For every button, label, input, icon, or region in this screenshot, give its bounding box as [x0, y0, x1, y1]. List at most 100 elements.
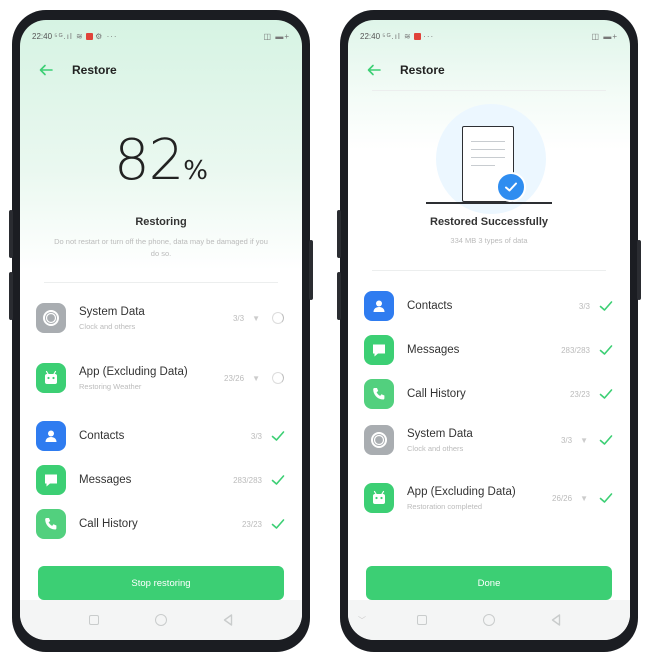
item-count: 3/3 — [560, 435, 573, 445]
checkmark-icon — [598, 386, 614, 402]
chevron-down-icon[interactable]: ▼ — [580, 436, 588, 445]
status-title: Restored Successfully — [430, 216, 548, 228]
item-count: 3/3 — [578, 301, 590, 311]
chevron-down-icon[interactable]: ▼ — [580, 494, 588, 503]
top-bar: Restore — [38, 60, 284, 80]
progress-value: 82 — [114, 128, 184, 193]
item-name: App (Excluding Data) — [407, 485, 516, 498]
hide-nav-icon[interactable]: ﹀ — [358, 615, 366, 626]
checkmark-icon — [598, 298, 614, 314]
divider — [372, 270, 606, 271]
done-button[interactable]: Done — [366, 566, 612, 600]
gear-circle-icon — [364, 425, 394, 455]
item-sub: Restoration completed — [407, 501, 483, 511]
status-bar: 22:40 ⁵ᴳ.ıl ≋ ··· ◫ ▬+ — [360, 30, 618, 42]
nav-back-icon[interactable] — [223, 614, 233, 626]
item-count: 26/26 — [552, 493, 573, 503]
phone-icon — [364, 379, 394, 409]
notification-icon — [413, 32, 421, 40]
recent-apps-icon[interactable] — [417, 615, 427, 625]
list-item-app: App (Excluding Data) Restoring Weather 2… — [20, 352, 302, 404]
list-item-system-data: System Data Clock and others 3/3 ▼ — [20, 298, 302, 338]
list-item-call-history: Call History 23/23 — [20, 504, 302, 544]
status-time: 22:40 — [32, 31, 53, 41]
status-time: 22:40 — [360, 31, 381, 41]
chat-bubble-icon — [364, 335, 394, 365]
notification-icon — [85, 32, 93, 40]
checkmark-icon — [598, 342, 614, 358]
stop-restoring-button[interactable]: Stop restoring — [38, 566, 284, 600]
item-name: Call History — [407, 387, 466, 400]
list-item-call-history: Call History 23/23 — [348, 374, 630, 414]
status-note: 334 MB 3 types of data — [450, 236, 528, 245]
item-count: 283/283 — [561, 345, 590, 355]
checkmark-icon — [270, 428, 286, 444]
recent-apps-icon[interactable] — [89, 615, 99, 625]
screen: 22:40 ⁵ᴳ.ıl ≋ ··· ◫ ▬+ Restore Restored … — [348, 20, 630, 640]
status-note: Do not restart or turn off the phone, da… — [54, 237, 268, 258]
android-app-icon — [364, 483, 394, 513]
power-button — [309, 240, 313, 300]
nav-bar: ﹀ — [348, 600, 630, 640]
nav-bar — [20, 600, 302, 640]
divider — [372, 90, 606, 91]
item-count: 23/26 — [224, 373, 245, 383]
checkmark-icon — [270, 472, 286, 488]
checkmark-icon — [270, 516, 286, 532]
item-name: Messages — [79, 473, 132, 486]
item-count: 283/283 — [233, 475, 262, 485]
person-icon — [364, 291, 394, 321]
success-check-icon — [496, 172, 526, 202]
battery-icon: ◫ ▬+ — [591, 31, 618, 41]
item-name: System Data — [79, 305, 145, 318]
status-menu-icon: ··· — [423, 31, 435, 41]
item-name: Contacts — [407, 299, 453, 312]
status-title: Restoring — [135, 216, 187, 228]
back-arrow-icon[interactable] — [38, 62, 58, 78]
list-item-contacts: Contacts 3/3 — [20, 416, 302, 456]
signal-icon: ⁵ᴳ.ıl ≋ — [54, 31, 84, 41]
gear-circle-icon — [36, 303, 66, 333]
item-name: Contacts — [79, 429, 125, 442]
list-item-app: App (Excluding Data) Restoration complet… — [348, 472, 630, 524]
power-button — [637, 240, 641, 300]
top-bar: Restore — [366, 60, 612, 80]
status-bar: 22:40 ⁵ᴳ.ıl ≋ ⚙ ··· ◫ ▬+ — [32, 30, 290, 42]
list-item-contacts: Contacts 3/3 — [348, 286, 630, 326]
volume-down-button — [337, 272, 341, 320]
list-item-system-data: System Data Clock and others 3/3 ▼ — [348, 420, 630, 460]
restored-illustration — [348, 100, 630, 214]
progress-percent: 82% — [20, 128, 302, 193]
page-title: Restore — [72, 63, 117, 77]
illustration-baseline — [426, 202, 552, 204]
signal-icon: ⁵ᴳ.ıl ≋ — [382, 31, 412, 41]
chevron-down-icon[interactable]: ▼ — [252, 374, 260, 383]
progress-percent-sign: % — [183, 156, 208, 186]
volume-up-button — [337, 210, 341, 258]
home-icon[interactable] — [483, 614, 495, 626]
screen: 22:40 ⁵ᴳ.ıl ≋ ⚙ ··· ◫ ▬+ Restore 82% Res… — [20, 20, 302, 640]
checkmark-icon — [598, 490, 614, 506]
home-icon[interactable] — [155, 614, 167, 626]
item-name: System Data — [407, 427, 473, 440]
phone-restoring: 22:40 ⁵ᴳ.ıl ≋ ⚙ ··· ◫ ▬+ Restore 82% Res… — [9, 10, 313, 652]
list-item-messages: Messages 283/283 — [20, 460, 302, 500]
phone-icon — [36, 509, 66, 539]
status-menu-icon: ⚙ ··· — [95, 31, 118, 41]
item-sub: Clock and others — [79, 321, 136, 331]
list-item-messages: Messages 283/283 — [348, 330, 630, 370]
nav-back-icon[interactable] — [551, 614, 561, 626]
back-arrow-icon[interactable] — [366, 62, 386, 78]
chevron-down-icon[interactable]: ▼ — [252, 314, 260, 323]
phone-restored: 22:40 ⁵ᴳ.ıl ≋ ··· ◫ ▬+ Restore Restored … — [337, 10, 641, 652]
battery-icon: ◫ ▬+ — [263, 31, 290, 41]
divider — [44, 282, 278, 283]
page-title: Restore — [400, 63, 445, 77]
item-name: Messages — [407, 343, 460, 356]
item-count: 23/23 — [241, 519, 262, 529]
item-count: 23/23 — [569, 389, 590, 399]
item-name: App (Excluding Data) — [79, 365, 188, 378]
chat-bubble-icon — [36, 465, 66, 495]
volume-up-button — [9, 210, 13, 258]
loading-spinner-icon — [270, 370, 286, 386]
